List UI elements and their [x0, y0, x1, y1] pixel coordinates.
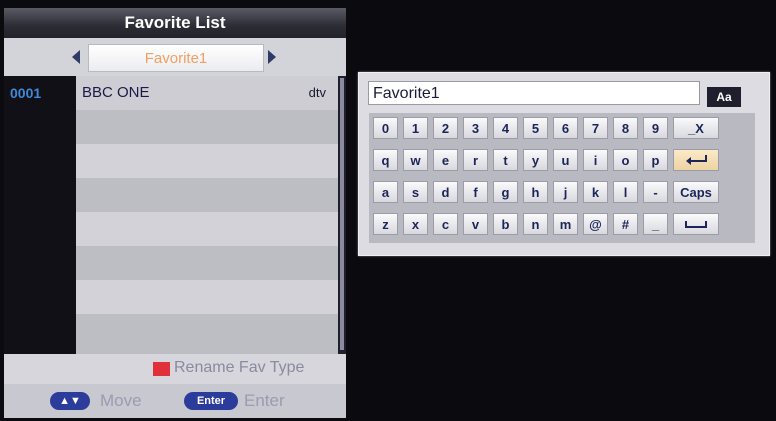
- key-d[interactable]: d: [433, 181, 458, 203]
- key-l[interactable]: l: [613, 181, 638, 203]
- key-g[interactable]: g: [493, 181, 518, 203]
- backspace-key[interactable]: _X: [673, 117, 719, 139]
- key-7[interactable]: 7: [583, 117, 608, 139]
- red-button-icon: [153, 362, 170, 376]
- on-screen-keyboard: Favorite1 Aa 0 1 2 3 4 5 6 7 8 9 _Xq w e r t y u i o p a s d f g…: [358, 72, 770, 256]
- key-m[interactable]: m: [553, 213, 578, 235]
- key-r[interactable]: r: [463, 149, 488, 171]
- key-t[interactable]: t: [493, 149, 518, 171]
- chevron-right-icon[interactable]: [268, 50, 276, 64]
- table-row[interactable]: [76, 280, 338, 314]
- rename-fav-type-label: Rename Fav Type: [174, 359, 305, 376]
- space-bar-icon: [685, 221, 707, 228]
- key-3[interactable]: 3: [463, 117, 488, 139]
- key-_[interactable]: _: [643, 213, 668, 235]
- key-@[interactable]: @: [583, 213, 608, 235]
- key-v[interactable]: v: [463, 213, 488, 235]
- channel-name: BBC ONE: [82, 84, 150, 101]
- key-4[interactable]: 4: [493, 117, 518, 139]
- key-k[interactable]: k: [583, 181, 608, 203]
- key-j[interactable]: j: [553, 181, 578, 203]
- rename-input-field[interactable]: Favorite1: [368, 81, 700, 105]
- key-e[interactable]: e: [433, 149, 458, 171]
- key-c[interactable]: c: [433, 213, 458, 235]
- favorite-selector[interactable]: Favorite1: [4, 38, 346, 76]
- key-z[interactable]: z: [373, 213, 398, 235]
- key--[interactable]: -: [643, 181, 668, 203]
- key-0[interactable]: 0: [373, 117, 398, 139]
- channel-list: 0001 BBC ONE dtv: [4, 76, 346, 354]
- key-6[interactable]: 6: [553, 117, 578, 139]
- key-p[interactable]: p: [643, 149, 668, 171]
- table-row[interactable]: [76, 110, 338, 144]
- table-row[interactable]: [76, 212, 338, 246]
- channel-type: dtv: [308, 85, 326, 100]
- move-hint-label: Move: [100, 391, 142, 410]
- key-o[interactable]: o: [613, 149, 638, 171]
- table-row[interactable]: [76, 144, 338, 178]
- key-b[interactable]: b: [493, 213, 518, 235]
- favorite-group-name[interactable]: Favorite1: [88, 44, 264, 72]
- key-s[interactable]: s: [403, 181, 428, 203]
- key-h[interactable]: h: [523, 181, 548, 203]
- key-q[interactable]: q: [373, 149, 398, 171]
- key-a[interactable]: a: [373, 181, 398, 203]
- table-row[interactable]: [76, 178, 338, 212]
- table-row[interactable]: [76, 314, 338, 354]
- help-bar: ▲▼ Move Enter Enter: [4, 384, 346, 418]
- chevron-left-icon[interactable]: [72, 50, 80, 64]
- key-y[interactable]: y: [523, 149, 548, 171]
- key-8[interactable]: 8: [613, 117, 638, 139]
- key-9[interactable]: 9: [643, 117, 668, 139]
- key-n[interactable]: n: [523, 213, 548, 235]
- space-key[interactable]: [673, 213, 719, 235]
- key-i[interactable]: i: [583, 149, 608, 171]
- table-row[interactable]: BBC ONE dtv: [76, 76, 338, 110]
- rename-hint-bar: Rename Fav Type: [4, 354, 346, 384]
- caps-key[interactable]: Caps: [673, 181, 719, 203]
- up-down-key-icon: ▲▼: [50, 392, 90, 410]
- key-f[interactable]: f: [463, 181, 488, 203]
- case-toggle-button[interactable]: Aa: [707, 87, 741, 107]
- enter-key-icon: Enter: [184, 392, 238, 410]
- key-5[interactable]: 5: [523, 117, 548, 139]
- panel-title: Favorite List: [4, 8, 346, 38]
- scrollbar-thumb[interactable]: [340, 78, 344, 350]
- enter-key[interactable]: [673, 149, 719, 171]
- key-1[interactable]: 1: [403, 117, 428, 139]
- key-u[interactable]: u: [553, 149, 578, 171]
- table-row[interactable]: [76, 246, 338, 280]
- key-x[interactable]: x: [403, 213, 428, 235]
- enter-hint-label: Enter: [244, 391, 285, 410]
- enter-arrow-icon: [686, 155, 707, 165]
- favorite-list-panel: Favorite List Favorite1 0001 BBC ONE dtv…: [4, 8, 346, 418]
- channel-rows: BBC ONE dtv: [76, 76, 338, 354]
- keyboard-grid: 0 1 2 3 4 5 6 7 8 9 _Xq w e r t y u i o p a s d f g h j k l - Caps z x c v…: [369, 113, 755, 243]
- channel-number: 0001: [10, 85, 42, 101]
- key-#[interactable]: #: [613, 213, 638, 235]
- channel-number-column: 0001: [4, 76, 76, 354]
- key-2[interactable]: 2: [433, 117, 458, 139]
- key-w[interactable]: w: [403, 149, 428, 171]
